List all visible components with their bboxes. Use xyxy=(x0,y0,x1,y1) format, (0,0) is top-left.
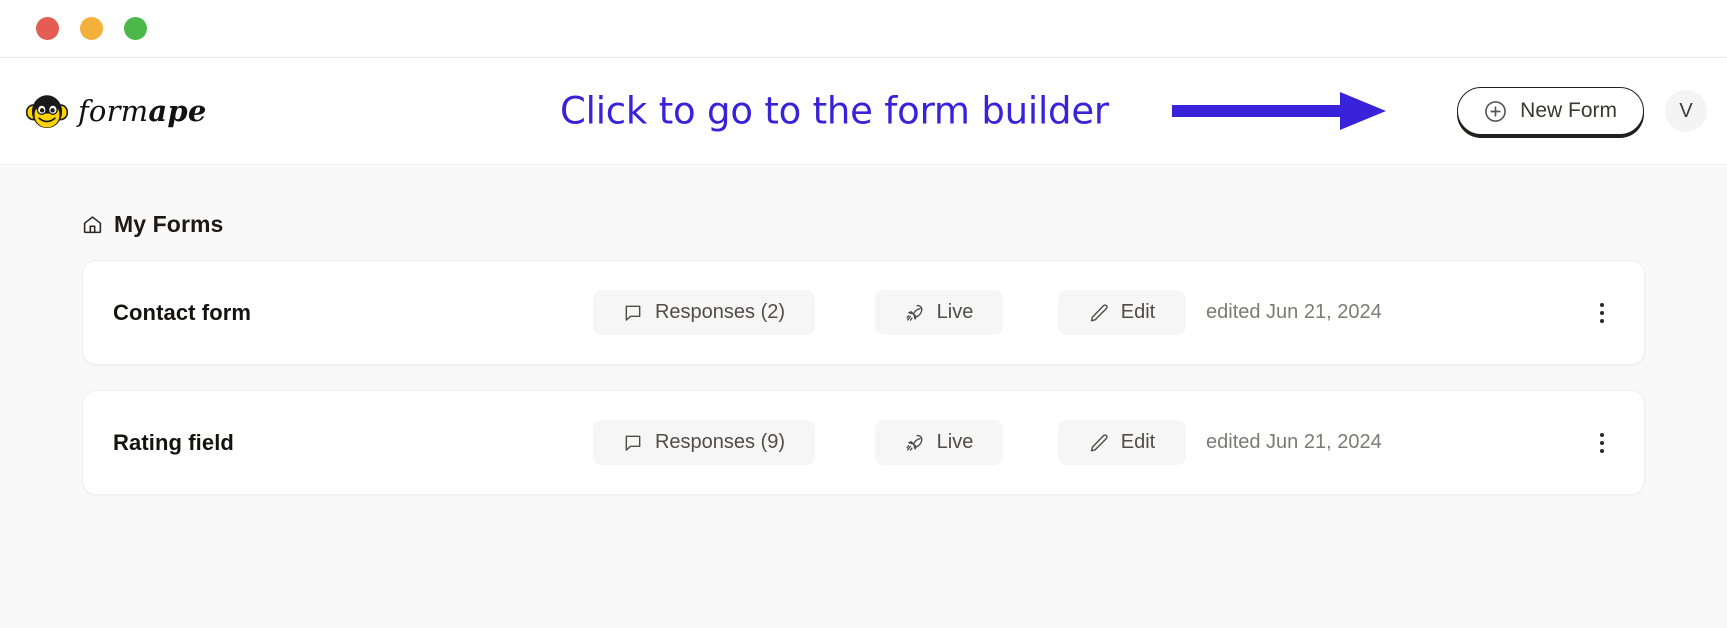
form-list-item[interactable]: Rating field Responses (9) Live Edit edi… xyxy=(82,390,1645,495)
kebab-dot xyxy=(1600,302,1604,307)
annotation-text: Click to go to the form builder xyxy=(560,89,1109,133)
edit-button[interactable]: Edit xyxy=(1058,290,1186,335)
form-name: Rating field xyxy=(113,429,234,455)
minimize-window-button[interactable] xyxy=(80,17,103,40)
brand-word-suffix: ape xyxy=(148,94,207,128)
responses-button[interactable]: Responses (9) xyxy=(593,420,815,465)
new-form-button[interactable]: New Form xyxy=(1457,87,1644,135)
edited-timestamp: edited Jun 21, 2024 xyxy=(1206,431,1382,453)
live-label: Live xyxy=(936,301,974,323)
app-header: formape Click to go to the form builder … xyxy=(0,57,1727,165)
pencil-icon xyxy=(1089,433,1109,453)
plus-circle-icon xyxy=(1484,100,1507,123)
brand-word-prefix: form xyxy=(78,94,149,128)
kebab-dot xyxy=(1600,318,1604,323)
responses-button[interactable]: Responses (2) xyxy=(593,290,815,335)
main-content: My Forms Contact form Responses (2) Live… xyxy=(0,166,1727,628)
breadcrumb: My Forms xyxy=(82,211,1727,238)
live-button[interactable]: Live xyxy=(875,290,1003,335)
new-form-button-label: New Form xyxy=(1520,99,1617,122)
kebab-dot xyxy=(1600,310,1604,315)
traffic-light-group xyxy=(36,17,147,40)
kebab-dot xyxy=(1600,432,1604,437)
responses-label: Responses (2) xyxy=(654,301,786,323)
message-square-icon xyxy=(623,433,643,453)
home-icon xyxy=(82,214,103,235)
forms-list: Contact form Responses (2) Live Edit edi… xyxy=(82,260,1645,495)
right-arrow-icon xyxy=(1172,89,1387,133)
brand-logo[interactable]: formape xyxy=(26,90,206,132)
edit-label: Edit xyxy=(1120,431,1156,453)
window-title-bar xyxy=(0,0,1727,57)
message-square-icon xyxy=(623,303,643,323)
edited-timestamp: edited Jun 21, 2024 xyxy=(1206,301,1382,323)
live-label: Live xyxy=(936,431,974,453)
more-vertical-icon[interactable] xyxy=(1590,430,1614,456)
header-actions: New Form V xyxy=(1457,87,1707,135)
monkey-face-icon xyxy=(26,90,68,132)
page-title: My Forms xyxy=(114,211,224,237)
edit-label: Edit xyxy=(1120,301,1156,323)
brand-wordmark: formape xyxy=(78,94,206,128)
rocket-icon xyxy=(905,433,925,453)
pencil-icon xyxy=(1089,303,1109,323)
form-list-item[interactable]: Contact form Responses (2) Live Edit edi… xyxy=(82,260,1645,365)
kebab-dot xyxy=(1600,448,1604,453)
avatar-initial: V xyxy=(1679,99,1693,122)
live-button[interactable]: Live xyxy=(875,420,1003,465)
avatar[interactable]: V xyxy=(1665,90,1707,132)
maximize-window-button[interactable] xyxy=(124,17,147,40)
edit-button[interactable]: Edit xyxy=(1058,420,1186,465)
more-vertical-icon[interactable] xyxy=(1590,300,1614,326)
rocket-icon xyxy=(905,303,925,323)
kebab-dot xyxy=(1600,440,1604,445)
responses-label: Responses (9) xyxy=(654,431,786,453)
form-name: Contact form xyxy=(113,299,252,325)
close-window-button[interactable] xyxy=(36,17,59,40)
